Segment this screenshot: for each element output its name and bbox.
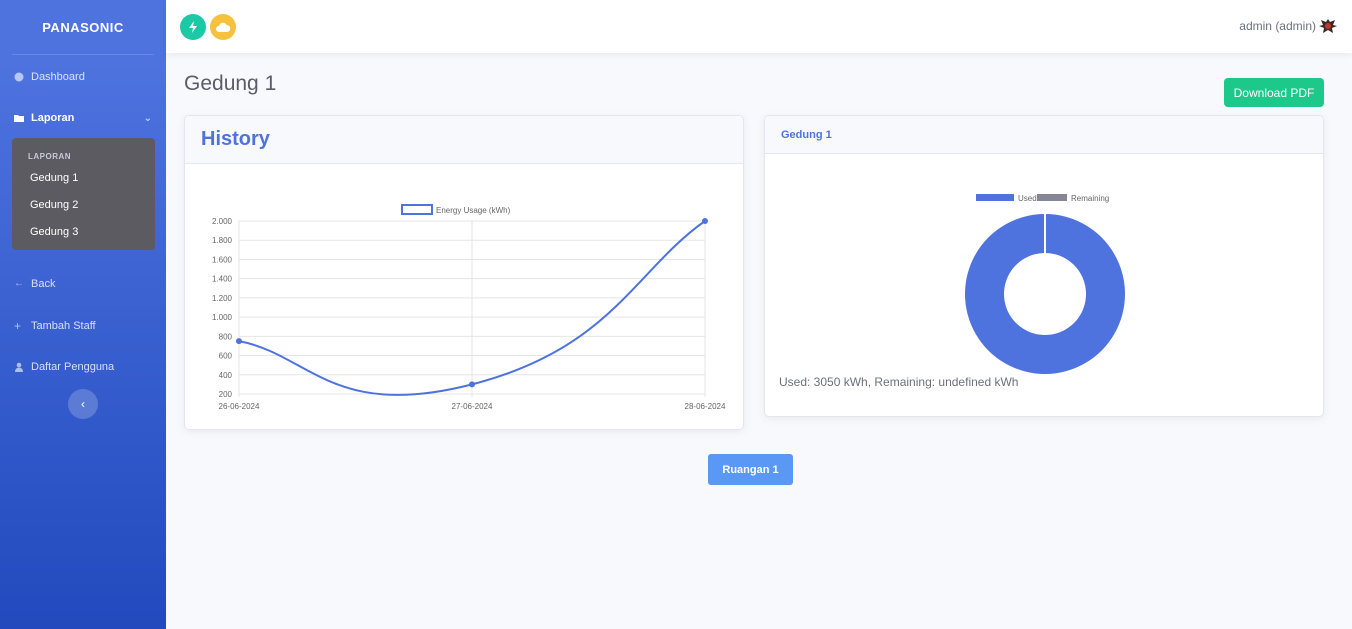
topbar: admin (admin) (166, 0, 1352, 53)
ruangan-1-button[interactable]: Ruangan 1 (708, 454, 793, 485)
brand-logo[interactable]: PANASONIC (12, 0, 154, 55)
legend-swatch-energy-usage (401, 204, 433, 215)
submenu-item-gedung-1[interactable]: Gedung 1 (12, 165, 155, 192)
submenu-item-gedung-3[interactable]: Gedung 3 (12, 219, 155, 246)
sidebar-item-laporan[interactable]: Laporan ⌄ (0, 111, 166, 125)
sidebar-item-dashboard[interactable]: Dashboard (0, 70, 166, 84)
legend-label-used: Used (1018, 194, 1037, 203)
x-tick-label: 26-06-2024 (219, 402, 260, 411)
y-tick-label: 2.000 (212, 217, 233, 226)
legend-swatch-used (976, 194, 1014, 201)
sidebar-item-label: Daftar Pengguna (31, 361, 115, 373)
user-icon (15, 362, 23, 372)
y-tick-label: 1.600 (212, 255, 233, 264)
legend-label-remaining: Remaining (1071, 194, 1109, 203)
y-tick-label: 400 (219, 371, 233, 380)
donut-legend: Used Remaining (976, 194, 1109, 203)
x-tick-label: 27-06-2024 (452, 402, 493, 411)
history-title: History (201, 128, 270, 150)
sidebar-item-label: Dashboard (31, 71, 85, 83)
sidebar-item-label: Back (31, 278, 56, 290)
chart-legend: Energy Usage (kWh) (401, 204, 511, 215)
folder-icon (14, 115, 24, 122)
y-tick-label: 1.800 (212, 236, 233, 245)
sidebar-toggle-button[interactable]: ‹ (68, 389, 98, 419)
sidebar-item-label: Tambah Staff (31, 320, 96, 332)
legend-swatch-remaining (1037, 194, 1067, 201)
history-card-header: History (185, 116, 743, 164)
data-point[interactable] (469, 381, 475, 388)
sidebar-item-label: Laporan (31, 112, 75, 124)
y-tick-label: 1.000 (212, 313, 233, 322)
y-tick-label: 1.200 (212, 294, 233, 303)
laporan-submenu: LAPORAN Gedung 1 Gedung 2 Gedung 3 (12, 138, 155, 250)
page-title: Gedung 1 (184, 72, 277, 95)
data-point[interactable] (236, 338, 242, 345)
sidebar-item-daftar-pengguna[interactable]: Daftar Pengguna (0, 360, 166, 374)
sidebar-item-back[interactable]: ← Back (0, 277, 166, 291)
cloud-icon[interactable] (210, 14, 236, 40)
user-name[interactable]: admin (admin) (1239, 19, 1316, 33)
chevron-down-icon: ⌄ (143, 112, 152, 124)
dashboard-icon (14, 72, 24, 82)
lightning-icon[interactable] (180, 14, 206, 40)
history-line-chart: Energy Usage (kWh) 2.000 1.800 1.600 1.400 1… (212, 204, 726, 411)
submenu-header: LAPORAN (28, 152, 72, 161)
plus-icon: + (14, 319, 22, 333)
history-card: History Energy Usage (kWh) 2.000 1.800 1.6… (184, 115, 744, 430)
legend-label-energy-usage: Energy Usage (kWh) (436, 206, 511, 215)
usage-summary: Used: 3050 kWh, Remaining: undefined kWh (779, 375, 1019, 389)
sidebar-item-tambah-staff[interactable]: + Tambah Staff (0, 319, 166, 333)
download-pdf-button[interactable]: Download PDF (1224, 78, 1324, 107)
y-tick-label: 1.400 (212, 275, 233, 284)
sidebar: PANASONIC Dashboard Laporan ⌄ LAPORAN Ge… (0, 0, 166, 629)
gedung-card: Gedung 1 Used Remaining Used: 3050 kWh, … (764, 115, 1324, 417)
x-tick-label: 28-06-2024 (685, 402, 726, 411)
y-tick-label: 200 (219, 390, 233, 399)
submenu-item-gedung-2[interactable]: Gedung 2 (12, 192, 155, 219)
gedung-card-header: Gedung 1 (765, 116, 1323, 154)
gedung-card-title: Gedung 1 (781, 129, 832, 141)
y-tick-label: 800 (219, 332, 233, 341)
data-point[interactable] (702, 218, 708, 224)
avatar[interactable] (1316, 14, 1340, 38)
arrow-left-icon: ← (14, 278, 24, 289)
y-tick-label: 600 (219, 352, 233, 361)
